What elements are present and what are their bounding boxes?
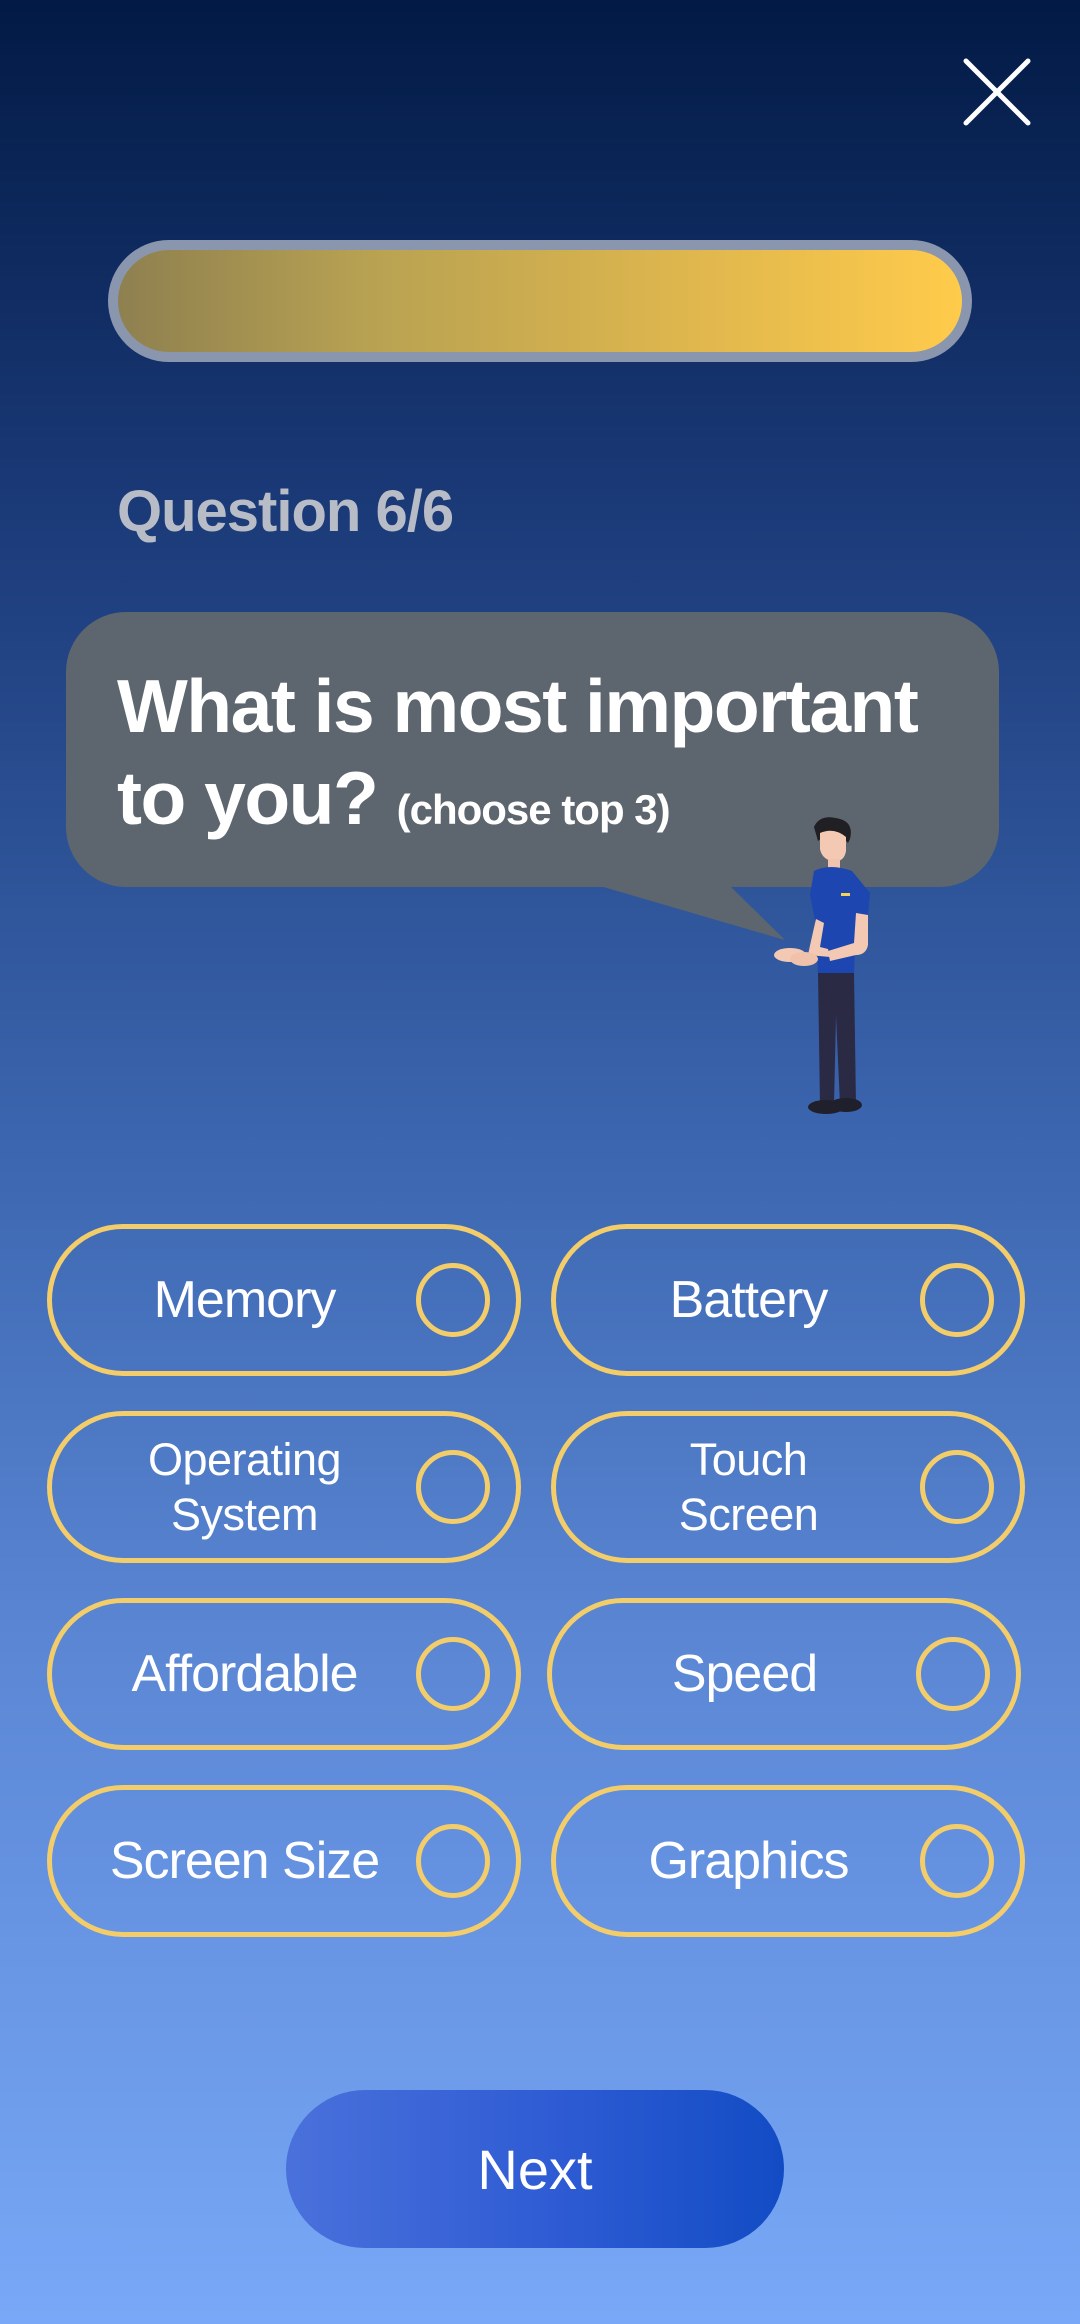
option-radio[interactable] [920,1450,994,1524]
option-radio[interactable] [916,1637,990,1711]
option-battery[interactable]: Battery [551,1224,1025,1376]
salesperson-illustration [774,817,870,1114]
option-radio[interactable] [416,1824,490,1898]
option-label: Graphics [648,1832,849,1890]
option-radio[interactable] [920,1824,994,1898]
option-operating-system[interactable]: Operating System [47,1411,521,1563]
option-touch-screen[interactable]: Touch Screen [551,1411,1025,1563]
option-affordable[interactable]: Affordable [47,1598,521,1750]
progress-bar [108,240,972,362]
option-radio[interactable] [416,1450,490,1524]
option-graphics[interactable]: Graphics [551,1785,1025,1937]
option-label: Screen Size [109,1832,380,1890]
option-speed[interactable]: Speed [547,1598,1021,1750]
next-button[interactable]: Next [286,2090,784,2248]
option-radio[interactable] [416,1263,490,1337]
option-screen-size[interactable]: Screen Size [47,1785,521,1937]
question-counter: Question 6/6 [117,479,454,544]
option-label: Speed [671,1645,818,1703]
option-memory[interactable]: Memory [47,1224,521,1376]
option-label: Affordable [131,1645,358,1703]
option-radio[interactable] [920,1263,994,1337]
option-label: Operating System [147,1434,342,1540]
progress-fill [118,250,962,352]
option-label: Memory [153,1271,337,1329]
option-radio[interactable] [416,1637,490,1711]
close-button[interactable] [960,55,1034,129]
close-icon [963,58,1031,126]
option-label: Battery [669,1271,829,1329]
question-hint: (choose top 3) [396,786,671,833]
option-label: Touch Screen [678,1434,819,1540]
